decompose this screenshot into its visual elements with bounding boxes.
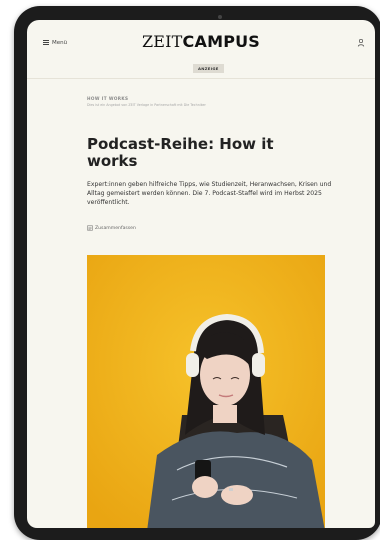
hero-image <box>87 255 325 528</box>
logo-zeit: ZEIT <box>141 32 183 51</box>
summary-label: Zusammenfassen <box>95 225 136 231</box>
sponsor-note: Dies ist ein Angebot von ZEIT Verlage in… <box>87 103 206 107</box>
site-logo[interactable]: ZEITCAMPUS <box>27 32 375 51</box>
user-icon[interactable] <box>357 38 365 48</box>
summary-icon <box>87 225 93 231</box>
camera-dot <box>218 15 222 19</box>
ad-badge: ANZEIGE <box>193 64 224 73</box>
article-description: Expert:innen geben hilfreiche Tipps, wie… <box>87 181 332 206</box>
summary-button[interactable]: Zusammenfassen <box>87 225 136 231</box>
article-title: Podcast-Reihe: How it works <box>87 135 274 170</box>
article-kicker: HOW IT WORKS <box>87 96 129 101</box>
browser-screen: Menü ZEITCAMPUS ANZEIGE HOW IT WORKS Die… <box>27 20 375 528</box>
logo-campus: CAMPUS <box>182 32 261 51</box>
